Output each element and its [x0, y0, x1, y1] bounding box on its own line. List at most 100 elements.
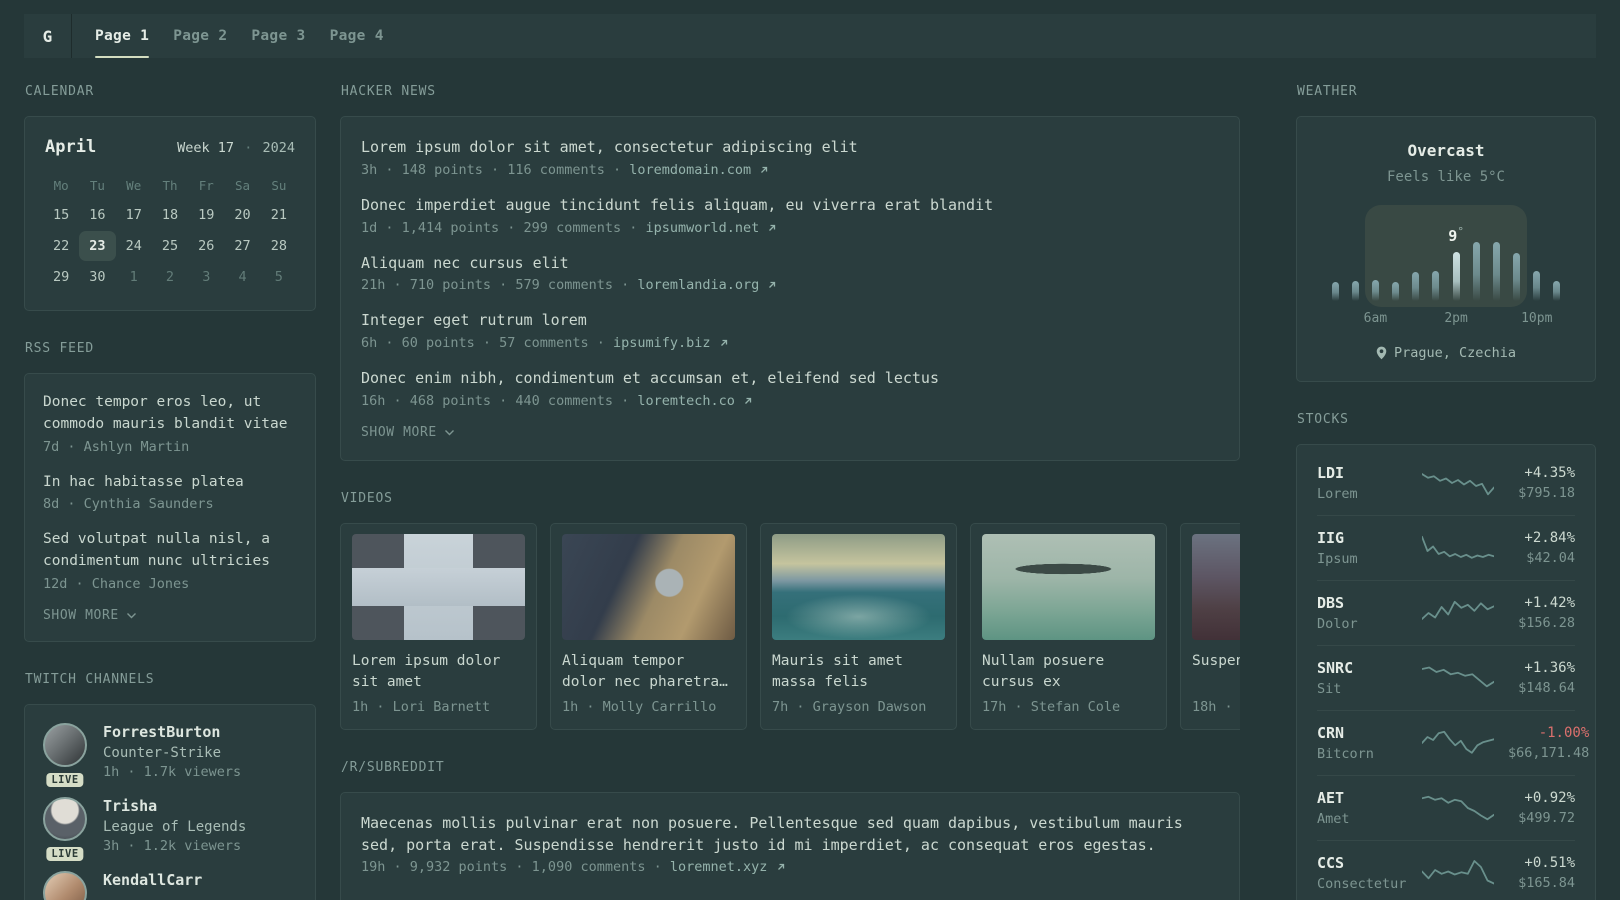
tab-page-3[interactable]: Page 3: [251, 14, 305, 58]
hn-item-title: Lorem ipsum dolor sit amet, consectetur …: [361, 138, 858, 156]
stock-row[interactable]: LDI Lorem +4.35% $795.18: [1317, 451, 1575, 515]
stocks-list: LDI Lorem +4.35% $795.18 IIG Ipsum +2.84% $42.0…: [1317, 451, 1589, 900]
calendar-day[interactable]: 18: [152, 200, 188, 230]
weather-time-labels: 6am 2pm 10pm: [1325, 311, 1567, 327]
twitch-channel[interactable]: LIVE ForrestBurton Counter-Strike 1h · 1.7k…: [43, 722, 297, 787]
stock-row[interactable]: DBS Dolor +1.42% $156.28: [1317, 580, 1575, 645]
calendar-day[interactable]: 19: [188, 200, 224, 230]
weather-hour-slot: [1386, 231, 1406, 301]
video-card[interactable]: Nullam posuere cursus ex 17h · Stefan Col…: [970, 522, 1167, 730]
stock-values: +4.35% $795.18: [1508, 465, 1575, 501]
stock-row[interactable]: CCS Consectetur +0.51% $165.84: [1317, 840, 1575, 900]
weather-hour-bar: [1351, 281, 1359, 301]
calendar-day[interactable]: 3: [188, 262, 224, 292]
stock-name: Amet: [1317, 811, 1350, 827]
calendar-year: 2024: [262, 140, 295, 156]
tab-page-2[interactable]: Page 2: [173, 14, 227, 58]
hn-item-title: Donec enim nibh, condimentum et accumsan…: [361, 369, 939, 387]
tab-page-4[interactable]: Page 4: [330, 14, 384, 58]
video-card[interactable]: Suspendisse diam 18h · Tara: [1180, 522, 1240, 730]
calendar-day[interactable]: 28: [261, 231, 297, 261]
twitch-game: Counter-Strike: [103, 744, 222, 761]
hackernews-show-more-button[interactable]: SHOW MORE: [361, 425, 455, 440]
hn-domain-link[interactable]: loremtech.co: [637, 393, 753, 409]
calendar-day[interactable]: 24: [116, 231, 152, 261]
section-title-calendar: CALENDAR: [25, 84, 95, 99]
stock-row[interactable]: AET Amet +0.92% $499.72: [1317, 775, 1575, 840]
calendar-day[interactable]: 1: [116, 262, 152, 292]
rss-item[interactable]: Donec tempor eros leo, ut commodo mauris…: [43, 392, 297, 455]
stock-info: SNRC Sit: [1317, 659, 1422, 697]
calendar-day[interactable]: 2: [152, 262, 188, 292]
external-link-icon: [761, 166, 768, 173]
calendar-day-selected[interactable]: 23: [79, 231, 116, 261]
weather-hour-slot: [1527, 231, 1547, 301]
stock-sparkline: [1422, 795, 1494, 821]
calendar-day[interactable]: 4: [224, 262, 260, 292]
reddit-post-meta: 19h · 9,932 points · 1,090 comments · lo…: [361, 859, 1219, 875]
calendar-day[interactable]: 29: [43, 262, 79, 292]
hackernews-widget: HACKER NEWS Lorem ipsum dolor sit amet, …: [340, 84, 1240, 461]
tab-page-1[interactable]: Page 1: [95, 14, 150, 58]
reddit-post[interactable]: Maecenas mollis pulvinar erat non posuer…: [361, 813, 1219, 876]
calendar-day[interactable]: 22: [43, 231, 79, 261]
hn-meta-text: 21h · 710 points · 579 comments ·: [361, 277, 638, 294]
weather-location[interactable]: Prague, Czechia: [1317, 345, 1575, 361]
weather-hour-bar: [1371, 280, 1379, 301]
hn-domain-link[interactable]: ipsumify.biz: [613, 335, 729, 351]
calendar-weekday: Mo: [53, 178, 69, 193]
hn-item[interactable]: Aliquam nec cursus elit 21h · 710 points …: [361, 253, 1219, 294]
calendar-day[interactable]: 16: [79, 200, 115, 230]
video-card[interactable]: Lorem ipsum dolor sit amet consectetu… 1h…: [340, 522, 537, 730]
weather-hour-slot: [1325, 231, 1345, 301]
hn-domain-link[interactable]: loremdomain.com: [629, 162, 769, 178]
stock-change: +1.42%: [1524, 595, 1575, 611]
section-title-hackernews: HACKER NEWS: [341, 84, 436, 99]
chevron-down-icon: [444, 429, 454, 436]
calendar-day[interactable]: 17: [116, 200, 152, 230]
weather-hour-slot: [1345, 231, 1365, 301]
stock-change: +4.35%: [1524, 465, 1575, 481]
hn-item[interactable]: Lorem ipsum dolor sit amet, consectetur …: [361, 137, 1219, 178]
rss-show-more-button[interactable]: SHOW MORE: [43, 608, 137, 623]
current-temperature: 9°: [1448, 225, 1464, 245]
calendar-day[interactable]: 5: [261, 262, 297, 292]
stock-row[interactable]: IIG Ipsum +2.84% $42.04: [1317, 515, 1575, 580]
rss-item-meta: 12d · Chance Jones: [43, 575, 190, 592]
dashboard-columns: CALENDAR April Week 17 · 2024 Mo Tu We Th Fr…: [24, 84, 1596, 900]
hn-domain-link[interactable]: ipsumworld.net: [645, 220, 777, 236]
calendar-day[interactable]: 27: [224, 231, 260, 261]
stocks-card: LDI Lorem +4.35% $795.18 IIG Ipsum +2.84% $42.0…: [1296, 444, 1596, 900]
calendar-day[interactable]: 25: [152, 231, 188, 261]
hn-item[interactable]: Donec imperdiet augue tincidunt felis al…: [361, 195, 1219, 236]
rss-item[interactable]: In hac habitasse platea 8d · Cynthia Saun…: [43, 472, 297, 513]
twitch-channel-name: ForrestBurton: [103, 722, 221, 741]
calendar-day[interactable]: 15: [43, 200, 79, 230]
stock-row[interactable]: CRN Bitcorn -1.00% $66,171.48: [1317, 710, 1589, 775]
app-logo[interactable]: G: [24, 14, 72, 58]
stock-info: DBS Dolor: [1317, 594, 1422, 632]
reddit-post-title: Maecenas mollis pulvinar erat non posuer…: [361, 813, 1183, 854]
hn-item-title: Donec imperdiet augue tincidunt felis al…: [361, 195, 994, 214]
stock-row[interactable]: SNRC Sit +1.36% $148.64: [1317, 645, 1575, 710]
rss-item[interactable]: Sed volutpat nulla nisl, a condimentum n…: [43, 529, 297, 592]
hackernews-card: Lorem ipsum dolor sit amet, consectetur …: [340, 116, 1240, 461]
video-card[interactable]: Aliquam tempor dolor nec pharetra… 1h · M…: [550, 522, 747, 730]
rss-list: Donec tempor eros leo, ut commodo mauris…: [43, 392, 297, 592]
twitch-channel[interactable]: LIVE Trisha League of Legends 3h · 1.2k vie…: [43, 796, 297, 861]
hn-meta-text: 16h · 468 points · 440 comments ·: [361, 392, 638, 409]
calendar-day[interactable]: 21: [261, 200, 297, 230]
hn-domain-link[interactable]: loremlandia.org: [637, 277, 777, 293]
avatar: [43, 796, 87, 841]
stock-info: CRN Bitcorn: [1317, 724, 1422, 762]
show-more-label: SHOW MORE: [361, 424, 437, 440]
twitch-channel[interactable]: KendallCarr: [43, 870, 297, 900]
video-card[interactable]: Mauris sit amet massa felis 7h · Grayson …: [760, 522, 957, 730]
calendar-day[interactable]: 20: [224, 200, 260, 230]
calendar-day[interactable]: 30: [79, 262, 115, 292]
video-meta: 17h · Stefan Cole: [982, 698, 1121, 715]
reddit-domain-link[interactable]: loremnet.xyz: [670, 859, 786, 875]
hn-item[interactable]: Donec enim nibh, condimentum et accumsan…: [361, 368, 1219, 409]
hn-item[interactable]: Integer eget rutrum lorem 6h · 60 points …: [361, 310, 1219, 351]
calendar-day[interactable]: 26: [188, 231, 224, 261]
